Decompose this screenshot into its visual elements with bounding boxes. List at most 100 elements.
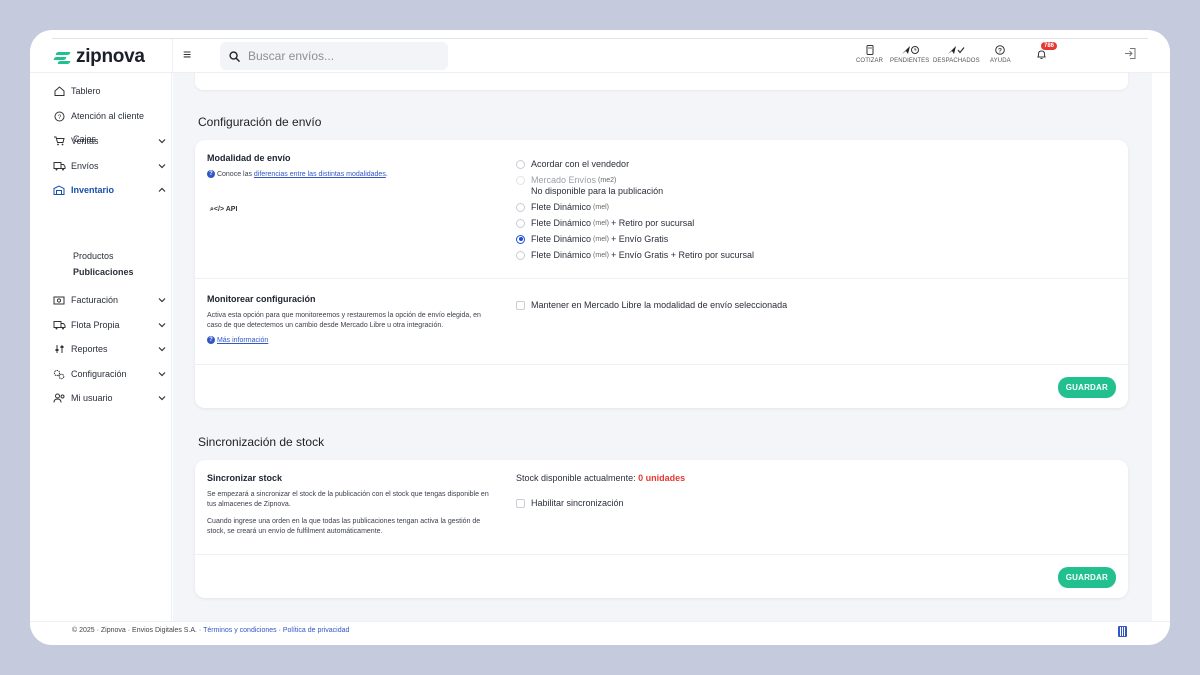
sidebar-subitem-publicaciones[interactable]: Publicaciones — [73, 267, 134, 277]
nav-ayuda[interactable]: ? AYUDA — [990, 43, 1011, 64]
radio[interactable] — [516, 159, 525, 169]
modalidad-desc-suffix: . — [385, 171, 388, 178]
checkbox[interactable] — [516, 498, 525, 508]
sincronizar-desc-2: Cuando ingrese una orden en la que todas… — [207, 518, 481, 535]
monitorear-more: ? Más información — [207, 336, 497, 346]
radio[interactable] — [516, 218, 525, 228]
sidebar-item-inventario[interactable]: Inventario — [52, 180, 170, 200]
chevron-up-icon — [158, 185, 166, 195]
stock-available: Stock disponible actualmente: 0 unidades — [516, 473, 685, 483]
brand-name: zipnova — [76, 46, 145, 67]
sidebar-item-label: Tablero — [71, 86, 101, 96]
notifications-button[interactable]: 786 — [1033, 42, 1058, 61]
nav-pendientes[interactable]: PENDIENTES — [890, 43, 929, 64]
modalidad-desc-prefix: Conoce las — [216, 171, 254, 178]
monitorear-checkbox-row[interactable]: Mantener en Mercado Libre la modalidad d… — [516, 300, 787, 310]
option-suffix: + Retiro por sucursal — [610, 218, 695, 228]
sidebar-item-configuracion[interactable]: Configuración — [52, 364, 170, 384]
svg-text:?: ? — [998, 47, 1002, 54]
option-label: Flete Dinámico — [531, 202, 592, 212]
option-tag: (mel) — [593, 235, 609, 243]
qr-code-icon[interactable] — [1118, 626, 1127, 637]
gears-icon — [52, 369, 66, 380]
sidebar-item-envios[interactable]: Envíos — [52, 156, 170, 176]
sidebar-item-label: Mi usuario — [71, 393, 113, 403]
chevron-down-icon — [158, 369, 166, 379]
sidebar-subitem-cajas[interactable]: Cajas — [73, 134, 96, 144]
checkbox-label: Habilitar sincronización — [531, 498, 624, 508]
main-content: Configuración de envío Modalidad de enví… — [173, 73, 1152, 621]
mas-informacion-link[interactable]: Más información — [217, 337, 268, 344]
shipping-option-flete[interactable]: Flete Dinámico (mel) — [516, 202, 611, 212]
save-stock-button[interactable]: GUARDAR — [1057, 567, 1116, 588]
privacy-link[interactable]: Política de privacidad — [283, 627, 350, 634]
shipping-option-flete-retiro[interactable]: Flete Dinámico (mel) + Retiro por sucurs… — [516, 218, 694, 228]
sidebar-subitem-productos[interactable]: Productos — [73, 251, 114, 261]
chevron-down-icon — [158, 136, 166, 146]
option-tag: (mel) — [593, 251, 609, 259]
sidebar-item-label: Inventario — [71, 185, 115, 195]
unavailable-note: No disponible para la publicación — [531, 186, 663, 196]
sidebar-item-tablero[interactable]: Tablero — [52, 81, 170, 101]
modalidad-diferencias-link[interactable]: diferencias entre las distintas modalida… — [254, 171, 386, 178]
chevron-down-icon — [158, 393, 166, 403]
stock-available-label: Stock disponible actualmente: — [516, 473, 636, 483]
shipping-option-flete-gratis-retiro[interactable]: Flete Dinámico (mel) + Envío Gratis + Re… — [516, 250, 754, 260]
shipping-config-title: Configuración de envío — [198, 115, 322, 129]
row-divider — [195, 278, 1128, 279]
habilitar-sync-row[interactable]: Habilitar sincronización — [516, 498, 624, 508]
sidebar-item-atencion[interactable]: ? Atención al cliente — [52, 106, 170, 126]
option-tag: (mel) — [593, 203, 609, 211]
sidebar-item-label: Atención al cliente — [71, 111, 145, 121]
nav-despachados-label: DESPACHADOS — [933, 58, 980, 64]
sidebar-item-reportes[interactable]: Reportes — [52, 339, 170, 359]
sidebar-item-label: Reportes — [71, 344, 108, 354]
footer-copyright: © 2025 · Zipnova · Envios Digitales S.A.… — [72, 627, 204, 634]
app-window: zipnova ≡ COTIZAR PENDIENTES DES — [30, 30, 1170, 645]
radio-selected[interactable] — [516, 234, 525, 244]
search-icon[interactable] — [220, 42, 248, 70]
api-label: </> API — [213, 206, 238, 213]
sincronizar-desc-1: Se empezará a sincronizar el stock de la… — [207, 491, 489, 508]
notification-badge: 786 — [1041, 42, 1058, 50]
terms-link[interactable]: Términos y condiciones — [203, 627, 277, 634]
zipnova-logo[interactable]: zipnova — [53, 46, 145, 68]
checkbox[interactable] — [516, 300, 525, 310]
sidebar-item-label: Envíos — [71, 161, 99, 171]
nav-cotizar[interactable]: COTIZAR — [856, 43, 883, 64]
top-header: zipnova ≡ COTIZAR PENDIENTES DES — [30, 39, 1170, 73]
sidebar-item-facturacion[interactable]: Facturación — [52, 290, 170, 310]
monitorear-title: Monitorear configuración — [207, 294, 316, 304]
search-input[interactable] — [248, 49, 438, 63]
cart-icon — [52, 136, 66, 146]
option-tag: (me2) — [598, 176, 617, 184]
radio[interactable] — [516, 250, 525, 260]
radio[interactable] — [516, 202, 525, 212]
option-label: Acordar con el vendedor — [531, 159, 630, 169]
hamburger-menu-icon[interactable]: ≡ — [183, 46, 191, 62]
sidebar-item-ventas[interactable]: Ventas — [52, 131, 170, 151]
send-check-icon — [933, 43, 980, 56]
option-suffix: + Envío Gratis — [610, 234, 669, 244]
stock-sync-card: Sincronizar stock Se empezará a sincroni… — [195, 460, 1128, 598]
help-circle-icon: ? — [52, 111, 66, 122]
sidebar-item-mi-usuario[interactable]: Mi usuario — [52, 388, 170, 408]
nav-despachados[interactable]: DESPACHADOS — [933, 43, 980, 64]
unavailable-note-text: No disponible para la publicación — [531, 186, 664, 196]
sidebar-item-flota-propia[interactable]: Flota Propia — [52, 315, 170, 335]
sidebar-item-label: Configuración — [71, 369, 127, 379]
sliders-icon — [52, 344, 66, 354]
shipping-option-flete-gratis[interactable]: Flete Dinámico (mel) + Envío Gratis — [516, 234, 668, 244]
shipping-option-acordar[interactable]: Acordar con el vendedor — [516, 159, 629, 169]
sidebar: Tablero ? Atención al cliente Ventas Env… — [30, 73, 172, 621]
home-icon — [52, 86, 66, 96]
api-button[interactable]: ⌕</> API — [210, 206, 237, 214]
logout-icon[interactable] — [1124, 47, 1137, 65]
checkbox-label: Mantener en Mercado Libre la modalidad d… — [531, 300, 788, 310]
chevron-down-icon — [158, 295, 166, 305]
save-shipping-button[interactable]: GUARDAR — [1057, 377, 1116, 398]
chevron-down-icon — [158, 161, 166, 171]
shipping-config-card: Modalidad de envío ? Conoce las diferenc… — [195, 140, 1128, 408]
sincronizar-title: Sincronizar stock — [207, 473, 283, 483]
shipping-option-mercado-envios: Mercado Envíos (me2) — [516, 175, 618, 185]
